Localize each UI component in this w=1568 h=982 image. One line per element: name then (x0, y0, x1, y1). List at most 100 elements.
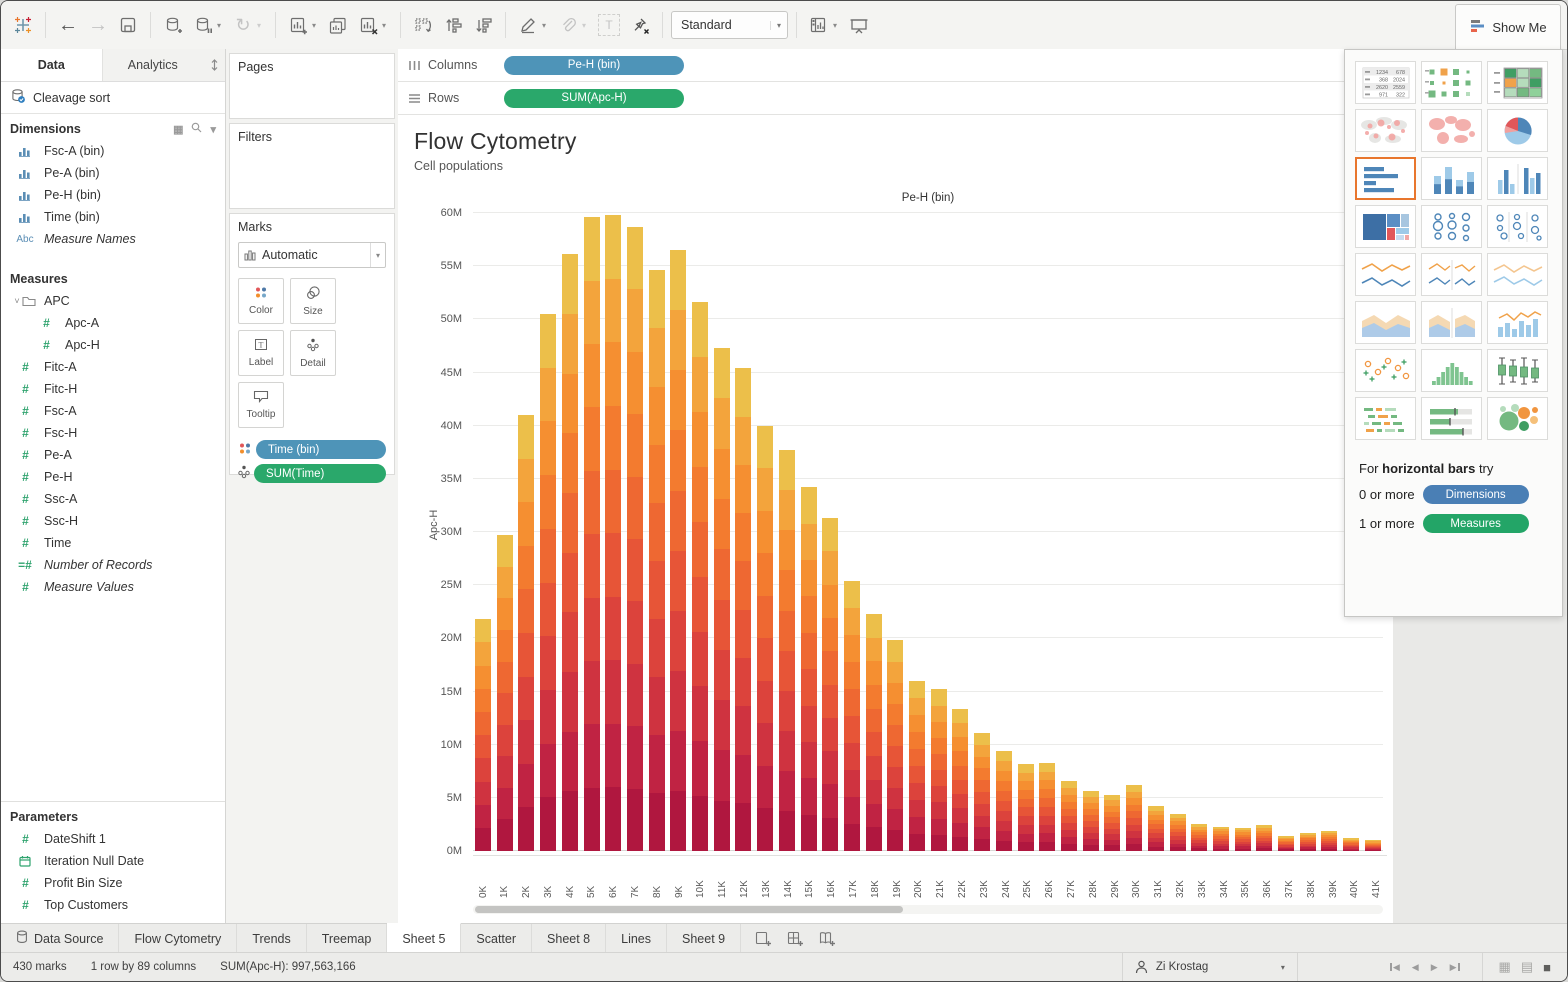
pause-dropdown-caret[interactable]: ▾ (217, 21, 227, 30)
text-annotation-button[interactable]: T (598, 14, 620, 36)
bar-16K[interactable] (822, 518, 838, 851)
paperclip-dropdown-caret[interactable]: ▾ (582, 21, 592, 30)
showme-packed-bubbles[interactable] (1487, 397, 1548, 440)
bar-5K[interactable] (584, 217, 600, 851)
redo-button[interactable]: → (84, 11, 112, 39)
columns-shelf[interactable]: Columns Pe-H (bin) (398, 49, 1393, 82)
tab-data[interactable]: Data (1, 49, 102, 81)
measure-fitc-a[interactable]: #Fitc-A (1, 356, 225, 378)
measure-fsc-a[interactable]: #Fsc-A (1, 400, 225, 422)
fit-selector[interactable]: Standard ▾ (671, 11, 788, 39)
sheet-tab-treemap[interactable]: Treemap (307, 924, 388, 953)
dimension-pe-a-bin-[interactable]: Pe-A (bin) (1, 162, 225, 184)
parameter-top-customers[interactable]: #Top Customers (1, 894, 225, 916)
clear-dropdown-caret[interactable]: ▾ (382, 21, 392, 30)
sheet-tab-lines[interactable]: Lines (606, 924, 667, 953)
measure-time[interactable]: #Time (1, 532, 225, 554)
bar-23K[interactable] (974, 733, 990, 851)
rows-shelf[interactable]: Rows SUM(Apc-H) (398, 82, 1393, 115)
bar-11K[interactable] (714, 348, 730, 851)
bar-10K[interactable] (692, 302, 708, 851)
showme-discrete-area[interactable] (1421, 301, 1482, 344)
showme-circle-views[interactable] (1421, 205, 1482, 248)
bar-15K[interactable] (801, 487, 817, 851)
swap-rows-columns-button[interactable] (409, 11, 437, 39)
scrollbar-thumb[interactable] (475, 906, 903, 913)
clear-sheet-button[interactable] (354, 11, 382, 39)
dimensions-menu-caret[interactable]: ▾ (210, 123, 216, 136)
showme-box-and-whisker[interactable] (1487, 349, 1548, 392)
tab-analytics[interactable]: Analytics (102, 49, 204, 81)
bar-20K[interactable] (909, 681, 925, 851)
bar-4K[interactable] (562, 254, 578, 851)
presentation-mode-button[interactable] (845, 11, 873, 39)
showme-gantt[interactable] (1355, 397, 1416, 440)
duplicate-sheet-button[interactable] (324, 11, 352, 39)
showme-treemap[interactable] (1355, 205, 1416, 248)
dimension-time-bin-[interactable]: Time (bin) (1, 206, 225, 228)
bar-19K[interactable] (887, 640, 903, 851)
parameter-profit-bin-size[interactable]: #Profit Bin Size (1, 872, 225, 894)
bar-12K[interactable] (735, 368, 751, 851)
bar-28K[interactable] (1083, 791, 1099, 851)
pane-sort-icon[interactable] (203, 49, 225, 81)
measure-apc-a[interactable]: #Apc-A (1, 312, 225, 334)
bar-33K[interactable] (1191, 824, 1207, 851)
bar-14K[interactable] (779, 450, 795, 851)
sort-ascending-button[interactable] (439, 11, 467, 39)
show-hide-cards-button[interactable] (805, 11, 833, 39)
showme-scatter-plot[interactable] (1355, 349, 1416, 392)
bar-29K[interactable] (1104, 795, 1120, 851)
showme-highlight-table[interactable] (1487, 61, 1548, 104)
showme-heat-map[interactable] (1421, 61, 1482, 104)
rows-pill[interactable]: SUM(Apc-H) (504, 89, 684, 108)
bar-9K[interactable] (670, 250, 686, 851)
showme-side-by-side-circles[interactable] (1487, 205, 1548, 248)
bar-22K[interactable] (952, 709, 968, 851)
bar-35K[interactable] (1235, 828, 1251, 851)
dimension-fsc-a-bin-[interactable]: Fsc-A (bin) (1, 140, 225, 162)
bar-1K[interactable] (497, 535, 513, 851)
datasource-item[interactable]: Cleavage sort (1, 82, 225, 114)
measure-pe-h[interactable]: #Pe-H (1, 466, 225, 488)
columns-pill[interactable]: Pe-H (bin) (504, 56, 684, 75)
nav-last-button[interactable]: ▶ (1450, 962, 1460, 973)
bar-30K[interactable] (1126, 785, 1142, 851)
sheet-tab-scatter[interactable]: Scatter (461, 924, 532, 953)
measure-measure-values[interactable]: #Measure Values (1, 576, 225, 598)
measure-ssc-h[interactable]: #Ssc-H (1, 510, 225, 532)
paperclip-icon[interactable] (554, 11, 582, 39)
parameter-dateshift-1[interactable]: #DateShift 1 (1, 828, 225, 850)
bar-32K[interactable] (1170, 814, 1186, 851)
measure-pe-a[interactable]: #Pe-A (1, 444, 225, 466)
bar-34K[interactable] (1213, 827, 1229, 851)
save-button[interactable] (114, 11, 142, 39)
showme-side-by-side-bars[interactable] (1487, 157, 1548, 200)
bar-25K[interactable] (1018, 764, 1034, 851)
sheet-tab-trends[interactable]: Trends (237, 924, 306, 953)
showme-pie-chart[interactable] (1487, 109, 1548, 152)
parameter-iteration-null-date[interactable]: Iteration Null Date (1, 850, 225, 872)
detail-button[interactable]: Detail (290, 330, 336, 376)
bar-2K[interactable] (518, 415, 534, 851)
bar-21K[interactable] (931, 689, 947, 851)
measure-apc-h[interactable]: #Apc-H (1, 334, 225, 356)
bar-41K[interactable] (1365, 840, 1381, 851)
show-sheet-view-icon[interactable]: ■ (1543, 960, 1551, 975)
pages-shelf[interactable]: Pages (229, 53, 395, 119)
bar-0K[interactable] (475, 619, 491, 851)
showme-dual-lines[interactable] (1487, 253, 1548, 296)
measure-fitc-h[interactable]: #Fitc-H (1, 378, 225, 400)
horizontal-scrollbar[interactable] (473, 905, 1383, 914)
showme-filled-map[interactable] (1421, 109, 1482, 152)
show-tabs-view-icon[interactable]: ▦ (1499, 959, 1511, 975)
highlight-button[interactable] (514, 11, 542, 39)
refresh-dropdown-caret[interactable]: ▾ (257, 21, 267, 30)
bar-37K[interactable] (1278, 836, 1294, 851)
nav-previous-button[interactable]: ◀ (1412, 962, 1419, 973)
new-worksheet-tab-button[interactable] (749, 928, 777, 950)
bar-18K[interactable] (866, 614, 882, 851)
view-data-grid-icon[interactable]: ▦ (173, 123, 183, 136)
user-filter-dropdown[interactable]: Zi Krostag ▾ (1122, 953, 1298, 981)
pill-sum-time-[interactable]: SUM(Time) (254, 464, 386, 483)
